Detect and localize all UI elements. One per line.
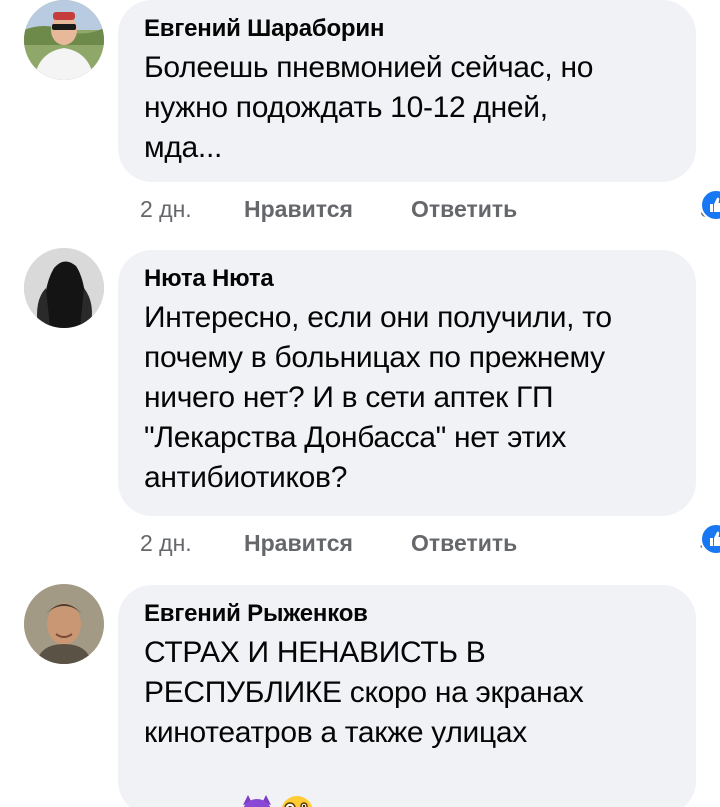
comment-time[interactable]: 2 дн. bbox=[140, 523, 192, 563]
comment-bubble: Евгений Рыженков СТРАХ И НЕНАВИСТЬ В РЕС… bbox=[118, 585, 696, 807]
like-button[interactable]: Нравится bbox=[244, 189, 353, 229]
zany-face-icon bbox=[278, 753, 316, 807]
reply-button[interactable]: Ответить bbox=[411, 523, 517, 563]
like-reaction-icon bbox=[700, 523, 720, 555]
avatar[interactable] bbox=[24, 0, 104, 80]
smiling-devil-icon bbox=[238, 753, 276, 807]
comment-author[interactable]: Евгений Рыженков bbox=[144, 599, 672, 629]
comment-bubble: Евгений Шараборин Болеешь пневмонией сей… bbox=[118, 0, 696, 182]
comment-author[interactable]: Евгений Шараборин bbox=[144, 14, 672, 44]
comment-text-body: СТРАХ И НЕНАВИСТЬ В РЕСПУБЛИКЕ скоро на … bbox=[144, 636, 584, 807]
like-button[interactable]: Нравится bbox=[244, 523, 353, 563]
reply-button[interactable]: Ответить bbox=[411, 189, 517, 229]
comment-actions: 2 дн. Нравится Ответить 4 bbox=[140, 523, 720, 563]
comment-time[interactable]: 2 дн. bbox=[140, 189, 192, 229]
comment-bubble: Нюта Нюта Интересно, если они получили, … bbox=[118, 250, 696, 516]
avatar[interactable] bbox=[24, 248, 104, 328]
comment-text: Интересно, если они получили, то почему … bbox=[144, 301, 612, 494]
avatar[interactable] bbox=[24, 584, 104, 664]
comment-author[interactable]: Нюта Нюта bbox=[144, 264, 672, 294]
comment-text: Болеешь пневмонией сейчас, но нужно подо… bbox=[144, 51, 594, 164]
comment-text: СТРАХ И НЕНАВИСТЬ В РЕСПУБЛИКЕ скоро на … bbox=[144, 633, 672, 807]
comment-actions: 2 дн. Нравится Ответить 3 bbox=[140, 189, 720, 229]
like-reaction-icon bbox=[700, 189, 720, 221]
